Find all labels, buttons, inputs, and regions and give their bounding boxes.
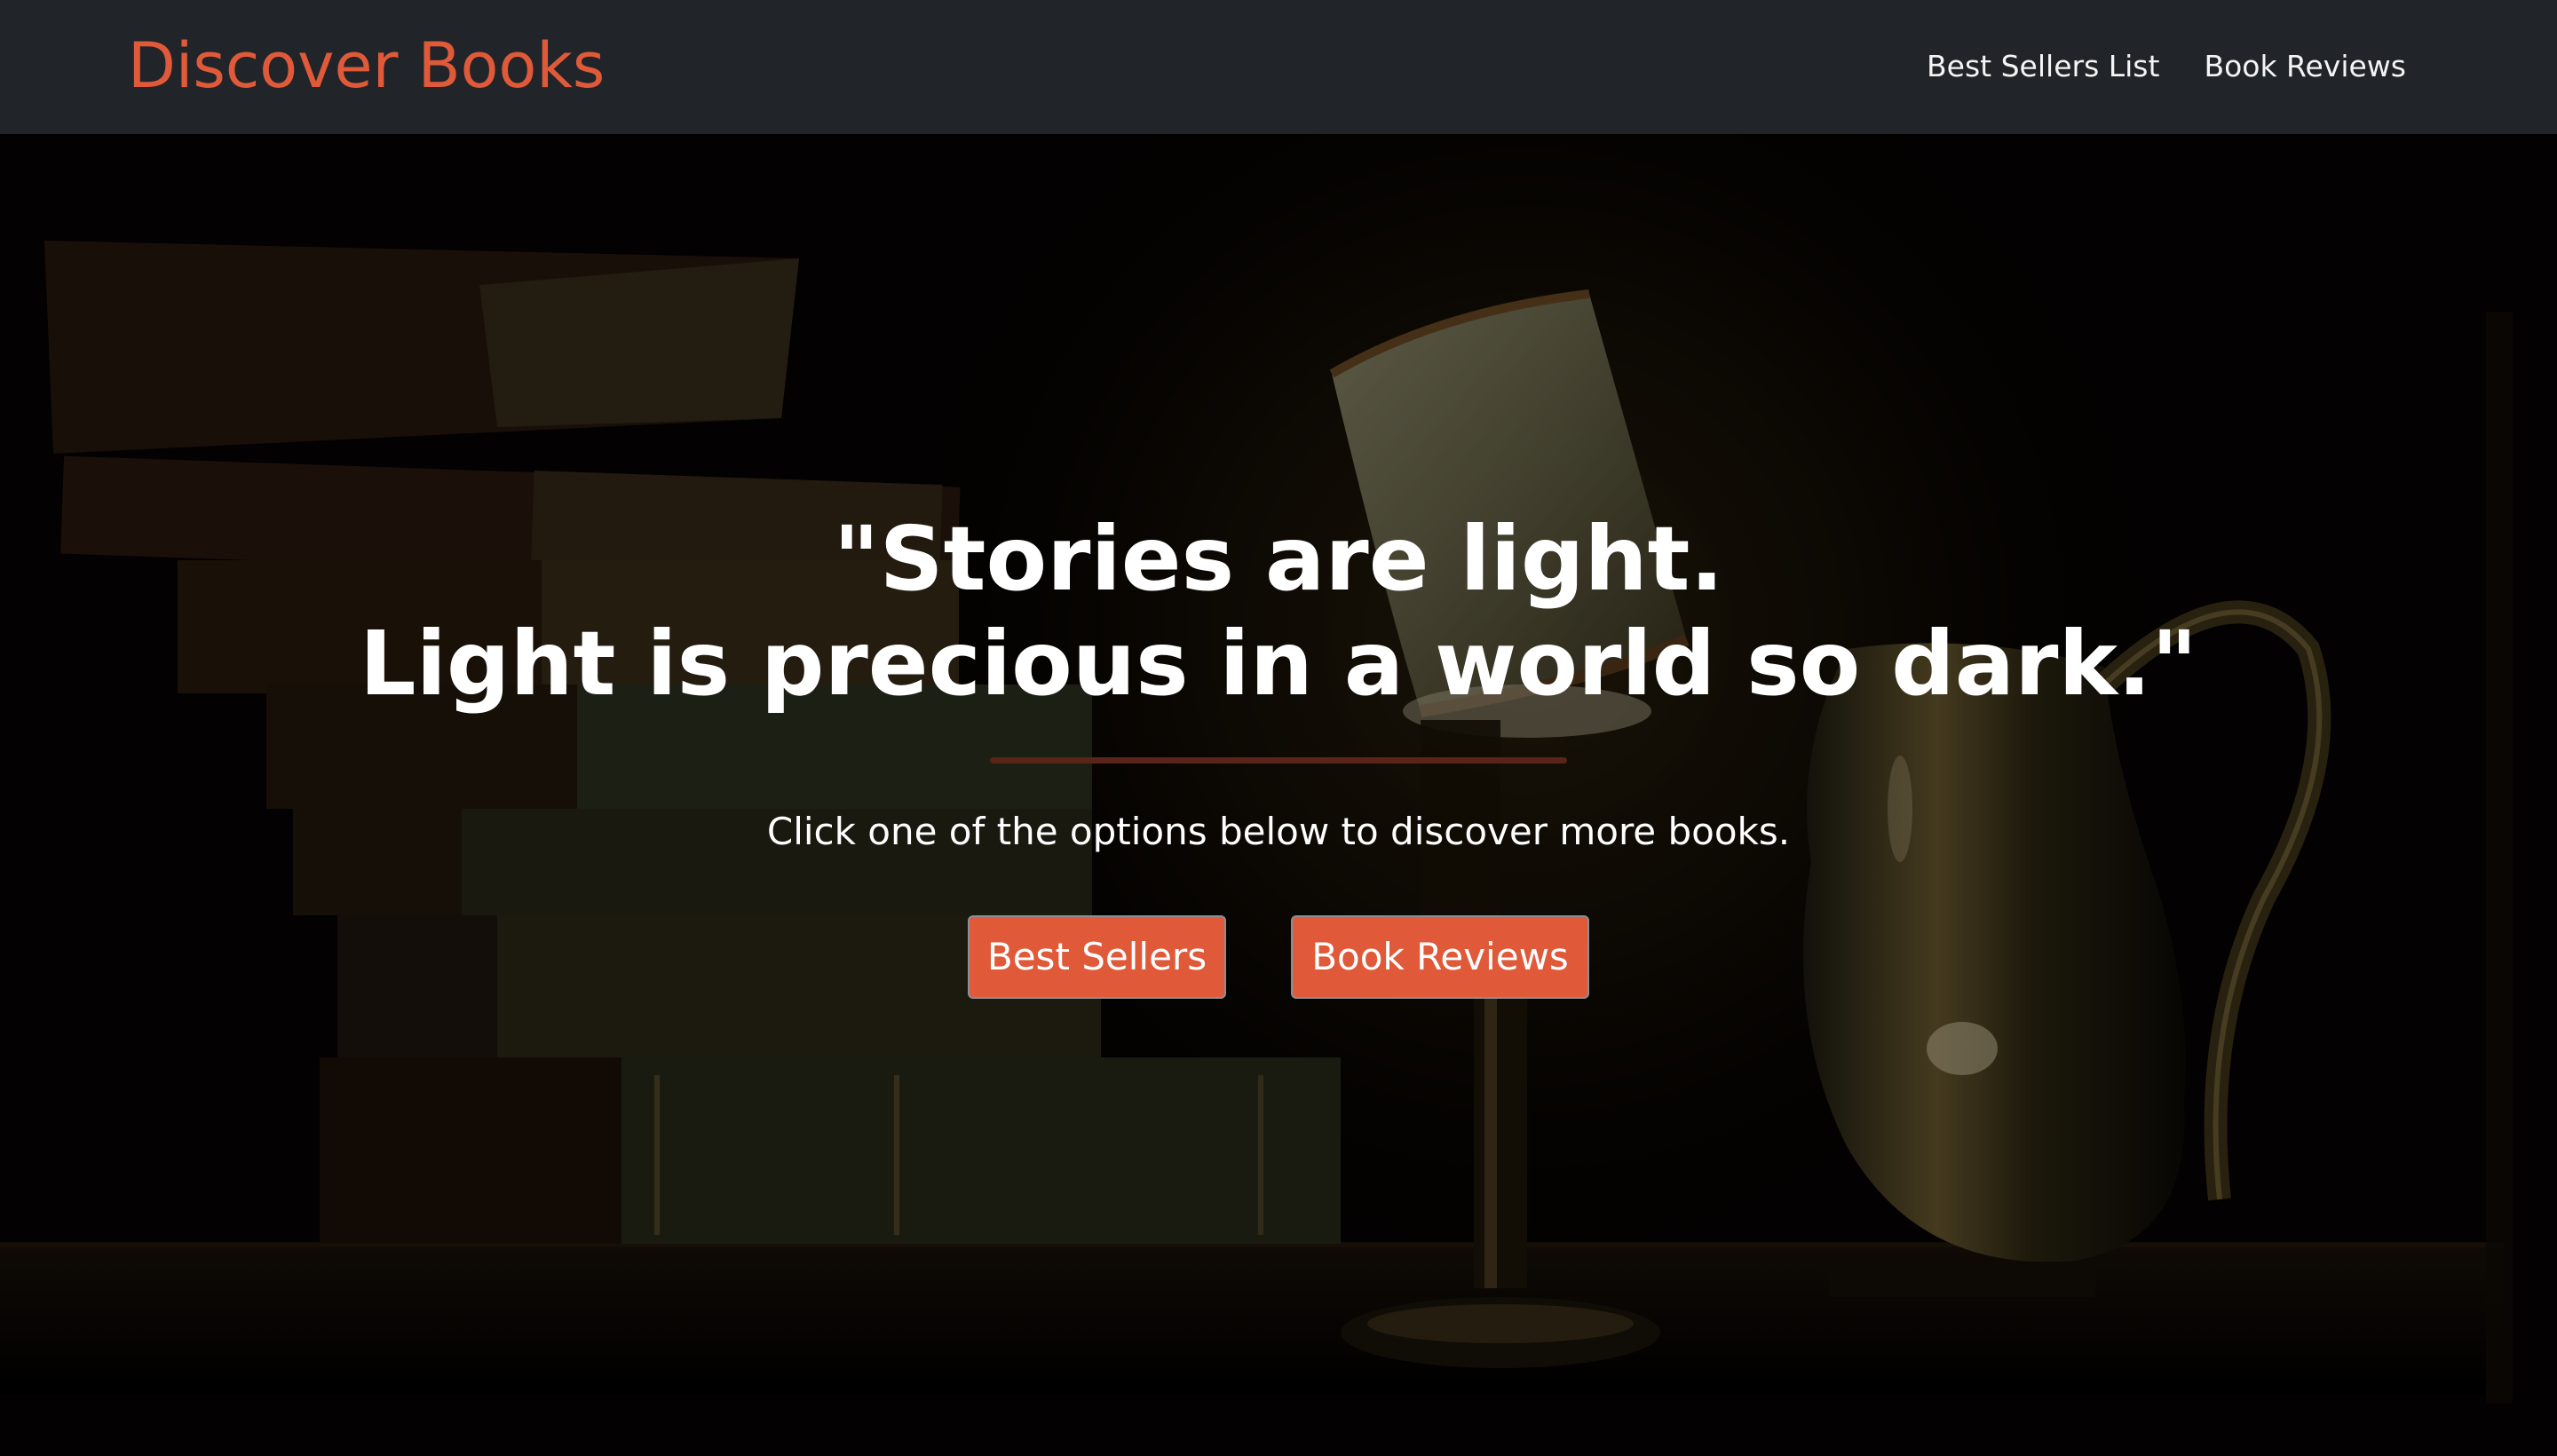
hero-subtitle: Click one of the options below to discov… (766, 810, 1791, 853)
nav-link-best-sellers-list[interactable]: Best Sellers List (1927, 44, 2159, 89)
quote-line-1: "Stories are light. (833, 507, 1724, 611)
best-sellers-button[interactable]: Best Sellers (968, 915, 1226, 999)
quote-line-2: Light is precious in a world so dark." (359, 612, 2198, 716)
hero-quote: "Stories are light. Light is precious in… (0, 507, 2557, 716)
brand-logo-link[interactable]: Discover Books (128, 27, 605, 105)
top-navbar: Discover Books Best Sellers List Book Re… (0, 0, 2557, 134)
quote-divider (990, 757, 1567, 764)
nav-link-book-reviews[interactable]: Book Reviews (2204, 44, 2406, 89)
hero-content: "Stories are light. Light is precious in… (0, 134, 2557, 1456)
hero-section: "Stories are light. Light is precious in… (0, 134, 2557, 1456)
book-reviews-button[interactable]: Book Reviews (1291, 915, 1589, 999)
nav-links: Best Sellers List Book Reviews (1927, 44, 2406, 89)
